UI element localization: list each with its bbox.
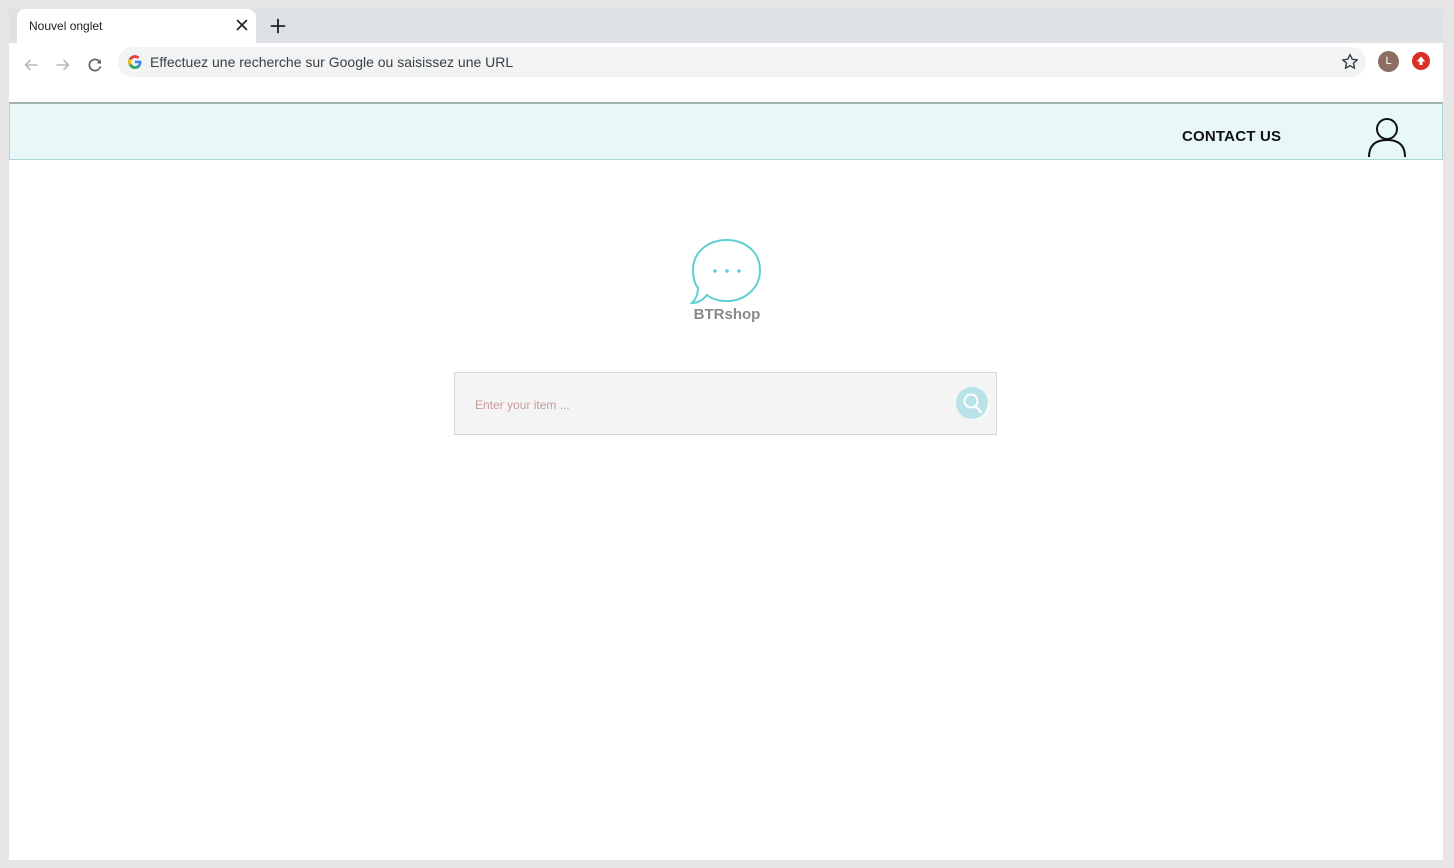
tab-title: Nouvel onglet <box>29 19 103 33</box>
chat-bubble-icon <box>689 238 762 305</box>
site-header: CONTACT US <box>9 102 1443 160</box>
extension-icon[interactable] <box>1412 52 1430 70</box>
tab-new[interactable]: Nouvel onglet <box>17 9 256 43</box>
google-icon <box>128 55 142 69</box>
search-bar <box>454 372 997 435</box>
back-button[interactable] <box>17 51 45 79</box>
plus-icon[interactable] <box>267 15 289 37</box>
profile-avatar[interactable]: L <box>1378 51 1399 72</box>
reload-icon <box>88 58 102 72</box>
search-button[interactable] <box>952 383 992 423</box>
user-icon[interactable] <box>1366 116 1408 158</box>
site-logo[interactable]: BTRshop <box>687 237 767 327</box>
reload-button[interactable] <box>81 51 109 79</box>
arrow-left-icon <box>24 59 38 71</box>
extension-glyph-icon <box>1416 56 1426 65</box>
arrow-right-icon <box>56 59 70 71</box>
close-icon[interactable] <box>233 16 251 34</box>
browser-window: Nouvel onglet Effectuez une recherche su… <box>9 9 1443 860</box>
browser-toolbar: Effectuez une recherche sur Google ou sa… <box>9 43 1443 103</box>
search-input[interactable] <box>475 394 935 416</box>
logo-name: BTRshop <box>693 306 761 323</box>
tab-strip: Nouvel onglet <box>9 9 1443 43</box>
forward-button[interactable] <box>49 51 77 79</box>
contact-us-link[interactable]: CONTACT US <box>1182 128 1281 145</box>
address-bar[interactable]: Effectuez une recherche sur Google ou sa… <box>118 47 1366 77</box>
address-bar-text: Effectuez une recherche sur Google ou sa… <box>150 54 514 70</box>
star-icon[interactable] <box>1339 51 1361 73</box>
